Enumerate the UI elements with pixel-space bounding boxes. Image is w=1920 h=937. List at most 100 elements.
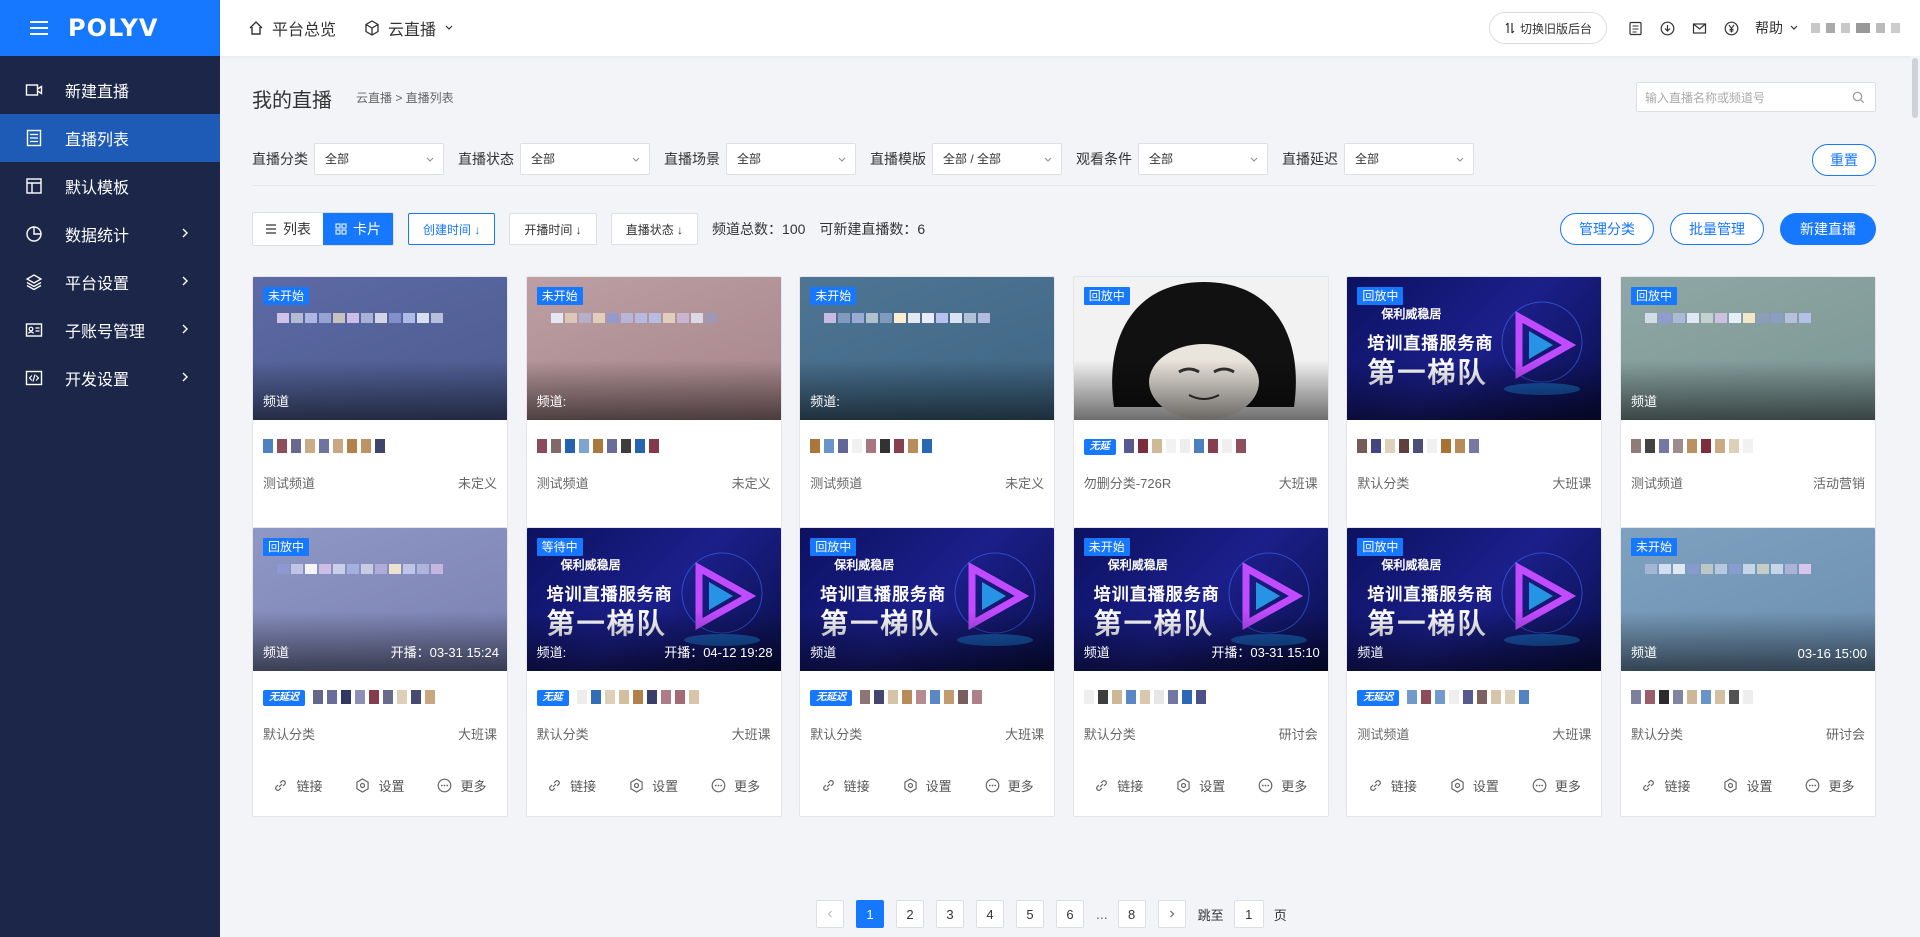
reset-button[interactable]: 重置	[1812, 144, 1876, 176]
page-button[interactable]: 1	[856, 900, 884, 928]
sidebar-item-6[interactable]: 开发设置	[0, 354, 220, 402]
link-button[interactable]: 链接	[1641, 776, 1691, 795]
channel-cover[interactable]: 回放中	[1073, 277, 1328, 420]
channel-card[interactable]: 保利威稳居培训直播服务商第一梯队回放中频道无延迟测试频道大班课链接设置更多	[1346, 527, 1603, 817]
more-button[interactable]: 更多	[1258, 776, 1307, 795]
link-button[interactable]: 链接	[1368, 776, 1417, 795]
search-icon[interactable]	[1852, 91, 1865, 104]
link-button[interactable]: 链接	[1094, 776, 1143, 795]
list-view-button[interactable]: 列表	[253, 213, 323, 245]
link-button[interactable]: 链接	[821, 776, 870, 795]
channel-name[interactable]: 无延迟	[1357, 690, 1530, 708]
overview-link[interactable]: 平台总览	[248, 16, 336, 40]
channel-card[interactable]: 保利威稳居培训直播服务商第一梯队等待中频道:开播：04-12 19:28无延默认…	[525, 527, 782, 817]
settings-button[interactable]: 设置	[355, 776, 405, 795]
settings-button[interactable]: 设置	[903, 776, 952, 795]
more-button[interactable]: 更多	[711, 776, 760, 795]
channel-card[interactable]: 回放中无延勿删分类-726R大班课链接设置更多	[1072, 276, 1329, 566]
more-button[interactable]: 更多	[1532, 776, 1581, 795]
scrollbar-thumb[interactable]	[1912, 58, 1918, 118]
channel-card[interactable]: 保利威稳居培训直播服务商第一梯队未开始频道开播：03-31 15:10默认分类研…	[1072, 527, 1329, 817]
sidebar-item-5[interactable]: 子账号管理	[0, 306, 220, 354]
channel-cover[interactable]: 保利威稳居培训直播服务商第一梯队回放中	[1347, 277, 1602, 420]
channel-card[interactable]: 未开始 频道 03-16 15:00 默认分类 研讨会 链接 设置 更多	[1620, 527, 1876, 817]
channel-name[interactable]	[810, 439, 933, 457]
channel-cover[interactable]: 回放中 频道	[1621, 277, 1875, 420]
channel-name[interactable]: 无延	[536, 690, 699, 708]
yen-icon[interactable]	[1723, 20, 1739, 36]
page-button[interactable]: 4	[976, 900, 1004, 928]
account-menu[interactable]	[1811, 23, 1900, 33]
search-input[interactable]: 输入直播名称或频道号	[1636, 82, 1876, 112]
filter-select[interactable]: 全部 / 全部	[932, 142, 1062, 175]
filter-select[interactable]: 全部	[520, 142, 650, 175]
channel-card[interactable]: 未开始频道:测试频道未定义链接设置更多	[799, 276, 1056, 566]
more-button[interactable]: 更多	[1805, 776, 1855, 795]
page-button[interactable]: 2	[896, 900, 924, 928]
channel-card[interactable]: 未开始频道测试频道未定义链接设置更多	[252, 276, 508, 566]
settings-button[interactable]: 设置	[629, 776, 678, 795]
channel-name[interactable]: 无延	[1083, 439, 1246, 457]
channel-cover[interactable]: 回放中 频道 开播：03-31 15:24	[253, 528, 507, 671]
sidebar-item-2[interactable]: 默认模板	[0, 162, 220, 210]
more-button[interactable]: 更多	[437, 776, 487, 795]
channel-card[interactable]: 保利威稳居培训直播服务商第一梯队回放中频道无延迟默认分类大班课链接设置更多	[799, 527, 1056, 817]
mail-icon[interactable]	[1691, 20, 1707, 36]
download-icon[interactable]	[1659, 20, 1675, 36]
switch-old-version-button[interactable]: 切换旧版后台	[1488, 12, 1607, 44]
channel-card[interactable]: 保利威稳居培训直播服务商第一梯队回放中默认分类大班课链接设置更多	[1346, 276, 1603, 566]
more-button[interactable]: 更多	[985, 776, 1034, 795]
channel-name[interactable]: 无延迟	[810, 690, 983, 708]
channel-name[interactable]	[263, 439, 385, 457]
filter-select[interactable]: 全部	[314, 142, 444, 175]
link-button[interactable]: 链接	[547, 776, 596, 795]
menu-icon[interactable]	[30, 21, 48, 35]
channel-cover[interactable]: 保利威稳居培训直播服务商第一梯队未开始频道开播：03-31 15:10	[1073, 528, 1328, 671]
channel-name[interactable]: 无延迟	[263, 690, 435, 708]
sidebar-item-0[interactable]: 新建直播	[0, 66, 220, 114]
page-button[interactable]: 5	[1016, 900, 1044, 928]
settings-button[interactable]: 设置	[1723, 776, 1773, 795]
channel-card[interactable]: 回放中 频道 开播：03-31 15:24 无延迟 默认分类 大班课 链接 设置 更多	[252, 527, 508, 817]
channel-cover[interactable]: 未开始 频道:	[526, 277, 781, 420]
filter-select[interactable]: 全部	[1344, 142, 1474, 175]
channel-card[interactable]: 回放中频道测试频道活动营销链接设置更多	[1620, 276, 1876, 566]
settings-button[interactable]: 设置	[1450, 776, 1499, 795]
filter-select[interactable]: 全部	[726, 142, 856, 175]
sort-status-button[interactable]: 直播状态 ↓	[610, 213, 699, 245]
channel-name[interactable]	[1357, 439, 1480, 457]
sort-created-button[interactable]: 创建时间 ↓	[408, 213, 496, 245]
prev-page-button[interactable]	[816, 900, 844, 928]
manage-category-button[interactable]: 管理分类	[1560, 213, 1654, 245]
page-button[interactable]: 6	[1056, 900, 1084, 928]
settings-button[interactable]: 设置	[1176, 776, 1225, 795]
next-page-button[interactable]	[1157, 900, 1186, 928]
page-button[interactable]: 3	[936, 900, 964, 928]
channel-cover[interactable]: 未开始 频道:	[800, 277, 1055, 420]
scrollbar[interactable]	[1910, 56, 1920, 937]
chevron-down-icon[interactable]	[1789, 23, 1799, 33]
channel-cover[interactable]: 保利威稳居培训直播服务商第一梯队回放中频道	[800, 528, 1055, 671]
channel-cover[interactable]: 保利威稳居培训直播服务商第一梯队等待中频道:开播：04-12 19:28	[526, 528, 781, 671]
channel-name[interactable]	[1631, 439, 1753, 457]
channel-cover[interactable]: 保利威稳居培训直播服务商第一梯队回放中频道	[1347, 528, 1602, 671]
sidebar-item-3[interactable]: 数据统计	[0, 210, 220, 258]
sidebar-item-4[interactable]: 平台设置	[0, 258, 220, 306]
sort-start-button[interactable]: 开播时间 ↓	[509, 213, 597, 245]
filter-select[interactable]: 全部	[1138, 142, 1268, 175]
channel-card[interactable]: 未开始频道:测试频道未定义链接设置更多	[525, 276, 782, 566]
card-view-button[interactable]: 卡片	[323, 213, 393, 245]
channel-name[interactable]	[1631, 690, 1753, 708]
link-button[interactable]: 链接	[273, 776, 323, 795]
sidebar-item-1[interactable]: 直播列表	[0, 114, 220, 162]
cloud-live-menu[interactable]: 云直播	[364, 16, 462, 40]
batch-manage-button[interactable]: 批量管理	[1670, 213, 1764, 245]
jump-page-input[interactable]: 1	[1233, 900, 1264, 928]
channel-name[interactable]	[1083, 690, 1206, 708]
channel-cover[interactable]: 未开始 频道	[253, 277, 507, 420]
document-icon[interactable]	[1627, 20, 1643, 36]
new-live-button[interactable]: 新建直播	[1780, 213, 1876, 245]
channel-name[interactable]	[536, 439, 659, 457]
channel-cover[interactable]: 未开始 频道 03-16 15:00	[1621, 528, 1875, 671]
page-button[interactable]: 8	[1117, 900, 1146, 928]
